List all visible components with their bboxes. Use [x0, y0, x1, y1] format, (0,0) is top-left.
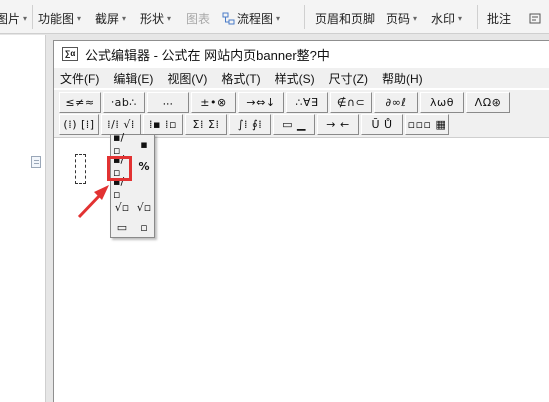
ribbon-header-footer-button[interactable]: 页眉和页脚	[315, 9, 375, 27]
ribbon-watermark-button[interactable]: 水印 ▾	[431, 9, 462, 27]
menu-edit[interactable]: 编辑(E)	[113, 70, 153, 87]
chevron-down-icon: ▾	[413, 13, 418, 23]
spaces-ellipses-palette-button[interactable]: ⸱ab∴	[103, 92, 145, 113]
set-theory-palette-button[interactable]: ∉∩⊂	[330, 92, 372, 113]
subscript-superscript-templates-button[interactable]: ⁞▪ ⁞▫	[143, 114, 183, 135]
arrows-palette-button[interactable]: →⇔↓	[238, 92, 284, 113]
chevron-down-icon: ▾	[276, 13, 281, 23]
ribbon-shape-label: 形状	[140, 11, 165, 26]
overbar-underbar-templates-button[interactable]: ▭ ▁	[273, 114, 315, 135]
ribbon-screenshot-button[interactable]: 截屏 ▾	[95, 9, 126, 27]
menu-file[interactable]: 文件(F)	[60, 70, 99, 87]
window-title: 公式编辑器 - 公式在 网站内页banner整?中	[85, 47, 330, 63]
nth-root-template[interactable]: √▫	[135, 199, 153, 215]
long-division-remainder-template[interactable]: ▫	[135, 219, 153, 235]
flowchart-icon	[222, 12, 235, 25]
symbol-palette-row: ≤≠≈ ⸱ab∴ ⸳⸳⸳ ±•⊗ →⇔↓ ∴∀∃ ∉∩⊂ ∂∞ℓ λωθ ΛΩ⊛	[59, 92, 512, 113]
ribbon-chart-button[interactable]: 图表	[186, 9, 210, 27]
highlight-box	[107, 156, 132, 181]
embellishments-palette-button[interactable]: ⸳⸳⸳	[147, 92, 189, 113]
chevron-down-icon: ▾	[167, 13, 172, 23]
blank-template[interactable]	[135, 180, 153, 196]
ribbon-divider	[32, 5, 33, 29]
ribbon-page-number-label: 页码	[386, 11, 411, 26]
greek-lowercase-palette-button[interactable]: λωθ	[420, 92, 464, 113]
ribbon-screenshot-label: 截屏	[95, 11, 120, 26]
equation-app-icon: ∑α	[62, 47, 78, 61]
chevron-down-icon: ▾	[122, 13, 127, 23]
ribbon-comment-button[interactable]: 批注	[487, 9, 511, 27]
ribbon-watermark-label: 水印	[431, 11, 456, 26]
menu-view[interactable]: 视图(V)	[167, 70, 207, 87]
chevron-down-icon: ▾	[458, 13, 463, 23]
logic-palette-button[interactable]: ∴∀∃	[286, 92, 328, 113]
square-root-template[interactable]: √▫	[113, 199, 131, 215]
ribbon-picture-label: 图片	[0, 11, 21, 26]
ribbon-more-button[interactable]	[529, 9, 542, 27]
baseline-slash-fraction-template[interactable]: ▪/▫	[113, 175, 131, 201]
fraction-template-palette: ▪/▫ ▪ ▪/▫ % ▪/▫ √▫ √▫ ▭ ▫	[110, 131, 155, 238]
summation-templates-button[interactable]: Σ⁞ Σ⁞	[185, 114, 227, 135]
host-ribbon: 图片 ▾ 功能图 ▾ 截屏 ▾ 形状 ▾ 图表 流程图 ▾ 页眉和页脚 页码 ▾…	[0, 0, 549, 34]
operators-palette-button[interactable]: ±•⊗	[191, 92, 236, 113]
editor-titlebar[interactable]: ∑α 公式编辑器 - 公式在 网站内页banner整?中	[54, 41, 549, 67]
ribbon-header-footer-label: 页眉和页脚	[315, 11, 376, 26]
document-page	[0, 35, 46, 402]
fence-templates-button[interactable]: (⁞) [⁞]	[59, 114, 99, 135]
editor-menubar: 文件(F) 编辑(E) 视图(V) 格式(T) 样式(S) 尺寸(Z) 帮助(H…	[54, 68, 549, 88]
greek-uppercase-palette-button[interactable]: ΛΩ⊛	[466, 92, 510, 113]
menu-help[interactable]: 帮助(H)	[382, 70, 423, 87]
ribbon-feature-chart-label: 功能图	[38, 11, 75, 26]
products-set-templates-button[interactable]: Ū Ů	[361, 114, 403, 135]
matrix-templates-button[interactable]: ▫▫▫ ▦	[405, 114, 449, 135]
long-division-template[interactable]: ▭	[113, 219, 131, 235]
ribbon-picture-button[interactable]: 图片 ▾	[0, 9, 27, 27]
ribbon-chart-label: 图表	[186, 11, 211, 26]
menu-style[interactable]: 样式(S)	[275, 70, 315, 87]
labeled-arrow-templates-button[interactable]: → ←	[317, 114, 359, 135]
ribbon-flowchart-button[interactable]: 流程图 ▾	[222, 9, 280, 27]
small-slash-fraction-template[interactable]: %	[135, 158, 153, 174]
chevron-down-icon: ▾	[77, 13, 82, 23]
ribbon-divider	[304, 5, 305, 29]
small-fraction-template[interactable]: ▪	[135, 136, 153, 152]
menu-format[interactable]: 格式(T)	[221, 70, 260, 87]
document-icon[interactable]	[31, 156, 41, 168]
ribbon-shape-button[interactable]: 形状 ▾	[140, 9, 171, 27]
pointer-arrow-icon	[77, 185, 109, 219]
ribbon-flowchart-label: 流程图	[237, 11, 274, 26]
relations-palette-button[interactable]: ≤≠≈	[59, 92, 101, 113]
more-icon	[529, 12, 542, 25]
stacked-fraction-template[interactable]: ▪/▫	[113, 131, 131, 157]
menu-size[interactable]: 尺寸(Z)	[329, 70, 368, 87]
ribbon-feature-chart-button[interactable]: 功能图 ▾	[38, 9, 81, 27]
integral-templates-button[interactable]: ∫⁞ ∮⁞	[229, 114, 271, 135]
chevron-down-icon: ▾	[23, 13, 28, 23]
ribbon-comment-label: 批注	[487, 11, 512, 26]
ribbon-divider	[477, 5, 478, 29]
ribbon-page-number-button[interactable]: 页码 ▾	[386, 9, 417, 27]
misc-symbols-palette-button[interactable]: ∂∞ℓ	[374, 92, 418, 113]
